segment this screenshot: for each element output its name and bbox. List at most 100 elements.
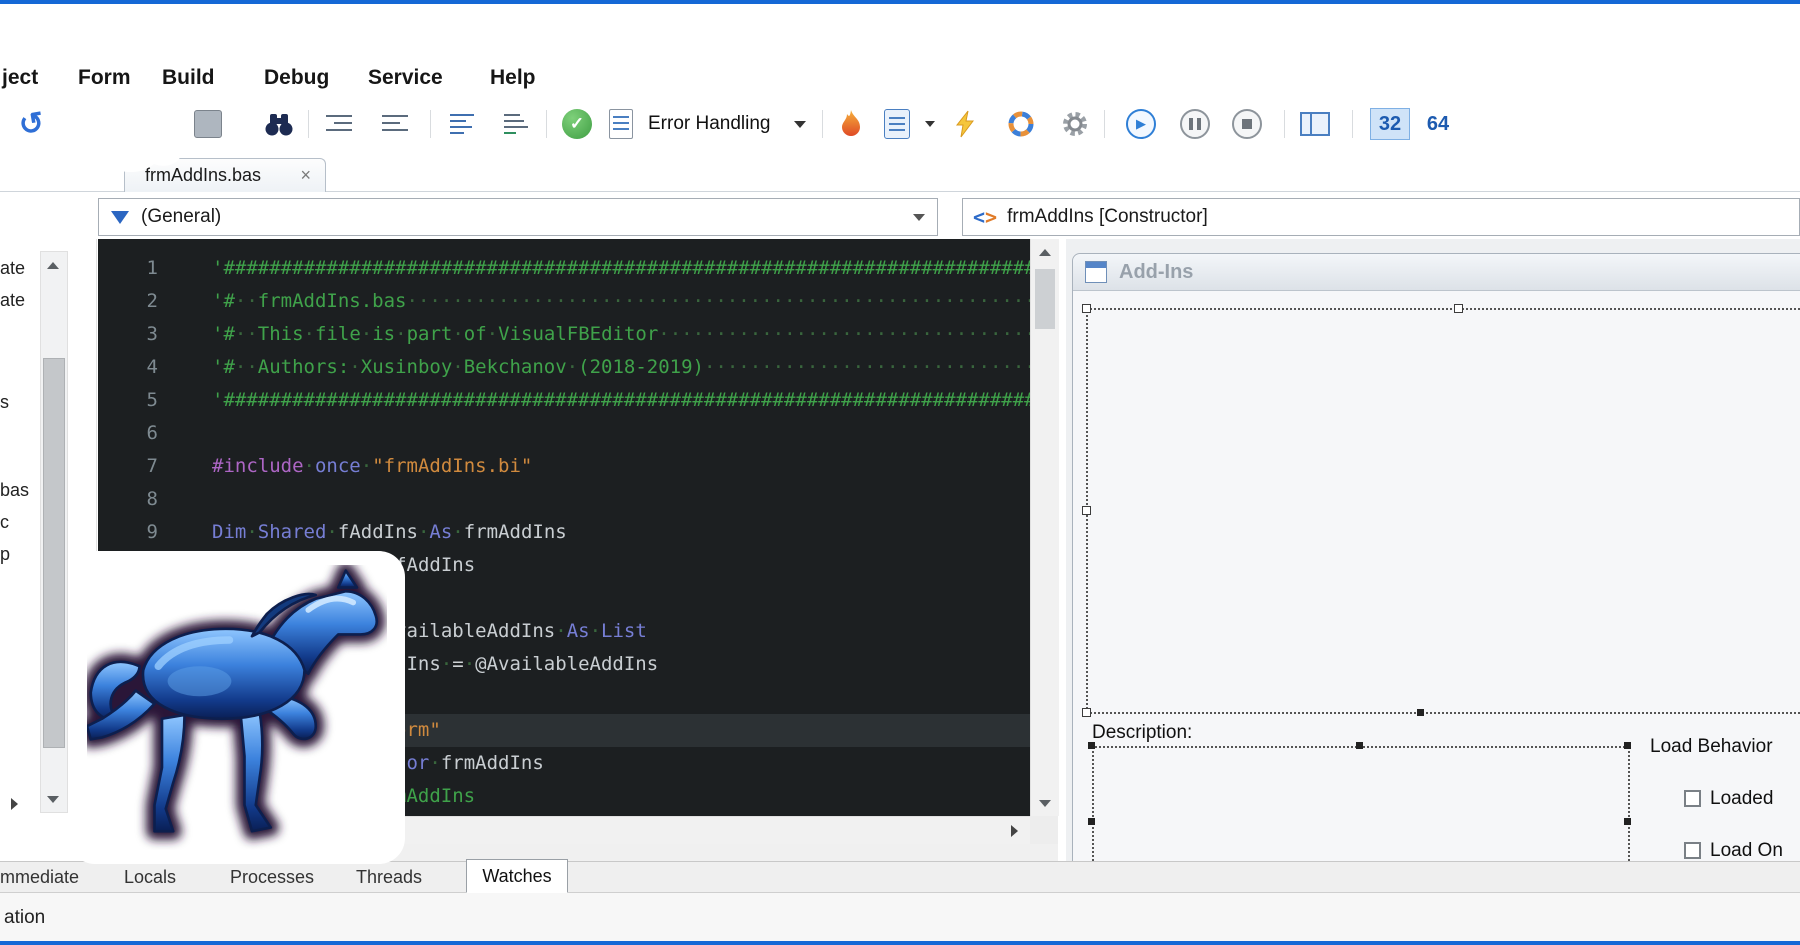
tree-item-fragment[interactable]: s	[0, 392, 9, 413]
find-binoculars-icon[interactable]	[262, 106, 296, 142]
pause-icon[interactable]	[1178, 106, 1212, 142]
line-number[interactable]: 3	[108, 318, 158, 351]
tree-item-fragment[interactable]: ate	[0, 290, 25, 311]
line-number[interactable]: 2	[108, 285, 158, 318]
tree-item-fragment[interactable]: p	[0, 544, 10, 565]
form-designer[interactable]: Add-Ins Description: Load Behavior Loade…	[1066, 239, 1800, 861]
load-on-start-checkbox-label[interactable]: Load On St	[1710, 840, 1800, 861]
flame-icon[interactable]	[836, 106, 866, 142]
toolbar-separator	[430, 110, 431, 138]
sort-lines-icon[interactable]	[500, 106, 534, 142]
selection-handle[interactable]	[1082, 506, 1091, 515]
code-line[interactable]: '#··Authors:·Xusinboy·Bekchanov·(2018-20…	[212, 351, 1030, 384]
selection-handle[interactable]	[1356, 742, 1363, 749]
line-number[interactable]: 6	[108, 417, 158, 450]
tab-close-icon[interactable]: ×	[300, 165, 311, 186]
bottom-tab-locals[interactable]: Locals	[124, 867, 176, 888]
bottom-tab-threads[interactable]: Threads	[356, 867, 422, 888]
code-line[interactable]: '#######################################…	[212, 384, 1030, 417]
build-icon[interactable]	[1004, 106, 1038, 142]
bottom-tab-watches[interactable]: Watches	[466, 859, 568, 893]
error-handling-dropdown-icon[interactable]	[790, 106, 810, 142]
tree-scroll-down-icon[interactable]	[39, 786, 67, 812]
loaded-checkbox[interactable]	[1684, 790, 1701, 807]
menu-item-help[interactable]: Help	[490, 66, 536, 90]
tree-scroll-right-icon[interactable]	[0, 791, 28, 817]
window-accent-top	[0, 0, 1800, 4]
quick-run-lightning-icon[interactable]	[950, 106, 980, 142]
toolbar-separator	[546, 110, 547, 138]
designed-form-titlebar[interactable]: Add-Ins	[1073, 254, 1800, 291]
code-line[interactable]: Dim·Shared·fAddIns·As·frmAddIns	[212, 516, 567, 549]
chevron-down-icon[interactable]	[913, 214, 925, 221]
description-label[interactable]: Description:	[1092, 722, 1192, 744]
undo-icon[interactable]: ↺	[14, 106, 50, 142]
tree-item-fragment[interactable]: bas	[0, 480, 29, 501]
selection-handle[interactable]	[1624, 818, 1631, 825]
menu-item-service[interactable]: Service	[368, 66, 443, 90]
selection-border-bottom	[1086, 712, 1800, 714]
selection-handle[interactable]	[1082, 708, 1091, 717]
code-line[interactable]: '#··This·file·is·part·of·VisualFBEditor·…	[212, 318, 1030, 351]
stop-icon[interactable]	[1230, 106, 1264, 142]
outdent-icon[interactable]	[322, 106, 356, 142]
line-number[interactable]: 1	[108, 252, 158, 285]
line-number[interactable]: 4	[108, 351, 158, 384]
indent-icon[interactable]	[378, 106, 412, 142]
menu-item-build[interactable]: Build	[162, 66, 215, 90]
bitness-32-button[interactable]: 32	[1370, 106, 1410, 142]
line-number[interactable]: 8	[108, 483, 158, 516]
settings-gear-icon[interactable]	[1058, 106, 1092, 142]
run-icon[interactable]: ▶	[1124, 106, 1158, 142]
tree-item-fragment[interactable]: c	[0, 512, 9, 533]
toolbar-separator	[1284, 110, 1285, 138]
editor-scroll-down-icon[interactable]	[1031, 790, 1059, 816]
tree-scroll-thumb[interactable]	[43, 358, 65, 748]
tree-item-fragment[interactable]: ate	[0, 258, 25, 279]
code-line[interactable]: #include·once·"frmAddIns.bi"	[212, 450, 532, 483]
bitness-64-button[interactable]: 64	[1420, 106, 1456, 142]
form-title: Add-Ins	[1119, 261, 1193, 284]
toolbar-separator	[1352, 110, 1353, 138]
textbox-border-left	[1092, 746, 1094, 861]
tree-vertical-scrollbar[interactable]	[40, 251, 68, 813]
editor-scroll-right-icon[interactable]	[1000, 818, 1028, 844]
form-window-icon	[1085, 261, 1107, 283]
textbox-border-right	[1628, 746, 1630, 861]
selection-handle[interactable]	[1417, 709, 1424, 716]
menu-item-ject[interactable]: ject	[2, 66, 38, 90]
line-number[interactable]: 9	[108, 516, 158, 549]
scope-combo[interactable]: (General)	[98, 198, 938, 236]
selection-handle[interactable]	[1088, 742, 1095, 749]
bottom-tab-bar: mmediate Locals Processes Threads Watches	[0, 861, 1800, 893]
editor-vertical-scrollbar[interactable]	[1030, 239, 1059, 816]
selection-handle[interactable]	[1624, 742, 1631, 749]
menu-item-debug[interactable]: Debug	[264, 66, 329, 90]
line-number[interactable]: 7	[108, 450, 158, 483]
scope-combo-value: (General)	[141, 206, 221, 228]
selection-handle[interactable]	[1454, 304, 1463, 313]
load-on-start-checkbox[interactable]	[1684, 842, 1701, 859]
syntax-check-icon[interactable]: ✓	[560, 106, 594, 142]
bottom-tab-mmediate[interactable]: mmediate	[0, 867, 79, 888]
line-number[interactable]: 5	[108, 384, 158, 417]
designed-form[interactable]: Add-Ins	[1072, 253, 1800, 861]
menu-item-form[interactable]: Form	[78, 66, 131, 90]
selection-handle[interactable]	[1082, 304, 1091, 313]
loaded-checkbox-label[interactable]: Loaded	[1710, 788, 1773, 810]
tree-scroll-up-icon[interactable]	[39, 252, 67, 278]
code-line[interactable]: '#######################################…	[212, 252, 1030, 285]
script-dropdown-icon[interactable]	[922, 106, 938, 142]
load-behavior-label: Load Behavior	[1650, 736, 1773, 758]
script-icon[interactable]	[882, 106, 912, 142]
error-handling-label[interactable]: Error Handling	[648, 113, 771, 135]
declaration-combo[interactable]: <> frmAddIns [Constructor]	[962, 198, 1800, 236]
layout-panels-icon[interactable]	[1298, 106, 1332, 142]
error-handling-doc-icon[interactable]	[606, 106, 636, 142]
editor-scroll-up-icon[interactable]	[1031, 239, 1059, 265]
selection-handle[interactable]	[1088, 818, 1095, 825]
code-line[interactable]: '#··frmAddIns.bas·······················…	[212, 285, 1030, 318]
bottom-tab-processes[interactable]: Processes	[230, 867, 314, 888]
format-code-icon[interactable]	[446, 106, 480, 142]
editor-scroll-thumb[interactable]	[1035, 269, 1055, 329]
